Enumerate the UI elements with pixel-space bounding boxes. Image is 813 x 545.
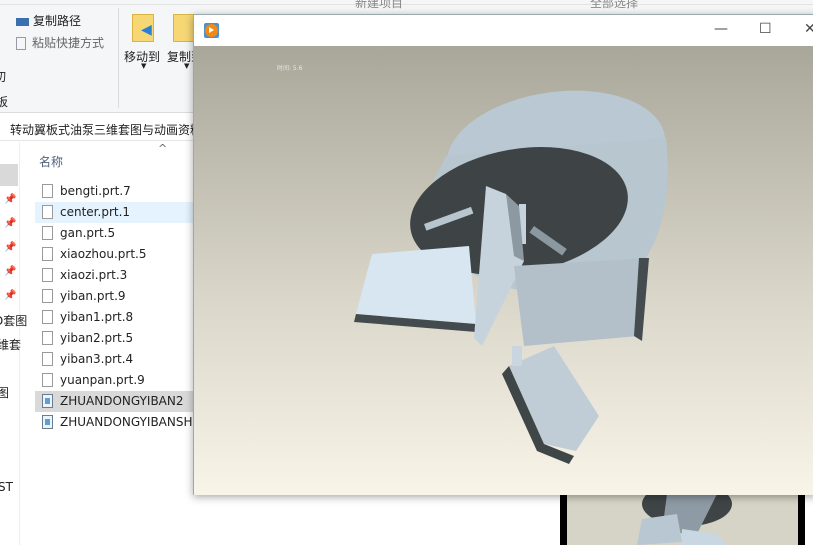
pin-icon[interactable]: 📌 bbox=[4, 218, 16, 229]
file-name: yuanpan.prt.9 bbox=[60, 373, 145, 387]
file-icon bbox=[42, 184, 53, 198]
file-name: yiban3.prt.4 bbox=[60, 352, 134, 366]
file-icon bbox=[42, 310, 53, 324]
pump-3d-model bbox=[354, 90, 668, 464]
file-name: yiban.prt.9 bbox=[60, 289, 126, 303]
file-name: gan.prt.5 bbox=[60, 226, 116, 240]
ribbon-separator bbox=[118, 8, 119, 108]
pin-icon[interactable]: 📌 bbox=[4, 290, 16, 301]
new-item-button[interactable]: 新建项目 bbox=[355, 0, 403, 11]
file-icon bbox=[42, 247, 53, 261]
file-icon bbox=[42, 268, 53, 282]
nav-item[interactable]: D套图 bbox=[0, 312, 27, 329]
nav-item-selected[interactable] bbox=[0, 164, 18, 186]
nav-item[interactable]: 维套 bbox=[0, 336, 21, 353]
file-name: xiaozi.prt.3 bbox=[60, 268, 128, 282]
cut-button[interactable]: 切 bbox=[0, 68, 6, 85]
vane-right bbox=[514, 258, 649, 346]
thumbnail-model-image bbox=[637, 494, 732, 545]
file-name: center.prt.1 bbox=[60, 205, 131, 219]
move-to-icon: ◀ bbox=[132, 14, 154, 42]
file-icon bbox=[42, 331, 53, 345]
pin-icon[interactable]: 📌 bbox=[4, 194, 16, 205]
paste-shortcut-button[interactable]: 粘贴快捷方式 bbox=[16, 34, 104, 51]
navigation-pane: 📌 📌 📌 📌 📌 D套图 维套 图 ST bbox=[0, 142, 27, 545]
file-icon bbox=[42, 289, 53, 303]
taskbar-thumbnail-preview[interactable] bbox=[560, 494, 805, 545]
file-icon bbox=[42, 226, 53, 240]
file-list-item[interactable]: yiban.prt.9 bbox=[35, 286, 195, 307]
file-name: yiban2.prt.5 bbox=[60, 331, 134, 345]
sort-caret-icon[interactable]: ^ bbox=[158, 142, 167, 155]
nav-item[interactable]: ST bbox=[0, 480, 13, 494]
ribbon-top-edge bbox=[0, 0, 813, 5]
select-all-button[interactable]: 全部选择 bbox=[590, 0, 638, 11]
close-button[interactable]: ✕ bbox=[804, 21, 813, 37]
pin-icon[interactable]: 📌 bbox=[4, 242, 16, 253]
pin-icon[interactable]: 📌 bbox=[4, 266, 16, 277]
file-icon bbox=[42, 352, 53, 366]
file-list-item[interactable]: yiban1.prt.8 bbox=[35, 307, 195, 328]
file-icon bbox=[42, 373, 53, 387]
move-to-button[interactable]: ◀ 移动到 ▼ bbox=[122, 13, 162, 73]
file-list-item[interactable]: yuanpan.prt.9 bbox=[35, 370, 195, 391]
address-path: 转动翼板式油泵三维套图与动画资料 bbox=[10, 123, 203, 137]
file-name: bengti.prt.7 bbox=[60, 184, 131, 198]
file-name: ZHUANDONGYIBAN2 bbox=[60, 394, 184, 408]
file-list-item[interactable]: yiban3.prt.4 bbox=[35, 349, 195, 370]
copy-to-icon bbox=[173, 14, 195, 42]
file-name: xiaozhou.prt.5 bbox=[60, 247, 147, 261]
file-list-item[interactable]: center.prt.1 bbox=[35, 202, 195, 223]
clipboard-group-label: 板 bbox=[0, 95, 9, 109]
video-frame[interactable]: 时间: 5.6 bbox=[194, 46, 813, 495]
video-player-window[interactable]: — ☐ ✕ 时间: 5.6 bbox=[193, 14, 813, 495]
copy-path-icon bbox=[16, 17, 29, 26]
video-title-bar[interactable]: — ☐ ✕ bbox=[194, 15, 813, 46]
file-list-item[interactable]: xiaozi.prt.3 bbox=[35, 265, 195, 286]
paste-shortcut-label: 粘贴快捷方式 bbox=[32, 36, 105, 50]
copy-path-label: 复制路径 bbox=[33, 14, 82, 28]
media-player-icon bbox=[204, 23, 219, 38]
file-list-item[interactable]: ZHUANDONGYIBANSH bbox=[35, 412, 195, 433]
file-name: ZHUANDONGYIBANSH bbox=[60, 415, 193, 429]
maximize-button[interactable]: ☐ bbox=[759, 21, 772, 37]
paste-shortcut-icon bbox=[16, 37, 26, 50]
copy-path-button[interactable]: 复制路径 bbox=[16, 12, 81, 29]
column-header-name[interactable]: 名称 bbox=[39, 153, 63, 170]
file-icon bbox=[42, 205, 53, 219]
file-list-item[interactable]: yiban2.prt.5 bbox=[35, 328, 195, 349]
file-list-item[interactable]: gan.prt.5 bbox=[35, 223, 195, 244]
minimize-button[interactable]: — bbox=[714, 21, 728, 37]
nav-item[interactable]: 图 bbox=[0, 384, 9, 401]
video-file-icon bbox=[42, 394, 53, 408]
video-file-icon bbox=[42, 415, 53, 429]
vane-left bbox=[356, 246, 476, 324]
file-name: yiban1.prt.8 bbox=[60, 310, 134, 324]
file-list-item[interactable]: ZHUANDONGYIBAN2 bbox=[35, 391, 195, 412]
file-list-item[interactable]: bengti.prt.7 bbox=[35, 181, 195, 202]
file-list-item[interactable]: xiaozhou.prt.5 bbox=[35, 244, 195, 265]
